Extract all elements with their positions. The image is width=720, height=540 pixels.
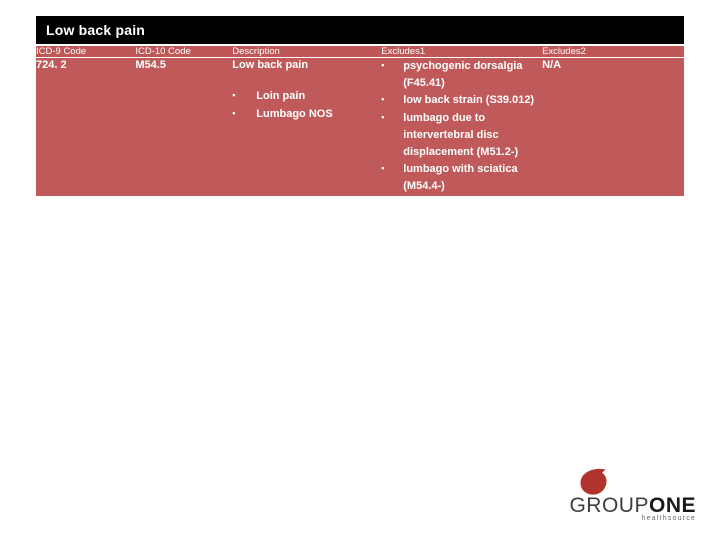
logo-tagline: healthsource bbox=[641, 515, 696, 522]
column-header-icd9: ICD-9 Code bbox=[36, 46, 136, 58]
excludes1-list: ▪ psychogenic dorsalgia (F45.41) ▪ low b… bbox=[381, 58, 542, 195]
column-header-excludes2: Excludes2 bbox=[542, 46, 684, 58]
column-header-excludes1: Excludes1 bbox=[381, 46, 543, 58]
logo-word-secondary: ONE bbox=[648, 494, 696, 517]
icd-table-container: ICD-9 Code ICD-10 Code Description Exclu… bbox=[36, 46, 684, 196]
bullet-icon: ▪ bbox=[381, 94, 385, 105]
cell-icd9-code: 724. 2 bbox=[36, 57, 136, 196]
list-item: ▪ low back strain (S39.012) bbox=[381, 92, 542, 109]
list-item: ▪ psychogenic dorsalgia (F45.41) bbox=[381, 58, 542, 91]
list-item: ▪ lumbago with sciatica (M54.4-) bbox=[381, 161, 542, 194]
list-item-label: low back strain (S39.012) bbox=[403, 94, 535, 107]
description-value: Low back pain bbox=[232, 59, 309, 71]
table-body: 724. 2 M54.5 Low back pain ▪ Loin pain ▪… bbox=[36, 57, 684, 196]
table-header: ICD-9 Code ICD-10 Code Description Exclu… bbox=[36, 46, 684, 58]
list-item: ▪ lumbago due to intervertebral disc dis… bbox=[381, 110, 542, 160]
description-sub-list: ▪ Loin pain ▪ Lumbago NOS bbox=[232, 88, 381, 123]
list-item: ▪ Loin pain bbox=[232, 88, 381, 105]
icd10-code-value: M54.5 bbox=[135, 59, 166, 71]
list-item: ▪ Lumbago NOS bbox=[232, 106, 381, 123]
list-item-label: Lumbago NOS bbox=[256, 108, 333, 121]
cell-excludes2: N/A bbox=[542, 57, 684, 196]
bullet-icon: ▪ bbox=[381, 60, 385, 70]
cell-excludes1: ▪ psychogenic dorsalgia (F45.41) ▪ low b… bbox=[381, 57, 543, 196]
icd9-code-value: 724. 2 bbox=[36, 59, 67, 71]
cell-description: Low back pain ▪ Loin pain ▪ Lumbago NOS bbox=[232, 57, 382, 196]
bullet-icon: ▪ bbox=[381, 163, 385, 174]
list-item-label: Loin pain bbox=[256, 89, 306, 102]
table-row: 724. 2 M54.5 Low back pain ▪ Loin pain ▪… bbox=[36, 57, 684, 196]
table-header-row: ICD-9 Code ICD-10 Code Description Exclu… bbox=[36, 46, 684, 58]
logo-word-primary: GROUP bbox=[569, 494, 649, 517]
list-item-label: lumbago with sciatica (M54.4-) bbox=[403, 163, 518, 193]
slide-title-bar: Low back pain bbox=[36, 16, 684, 44]
list-item-label: lumbago due to intervertebral disc displ… bbox=[403, 112, 519, 158]
leaf-swoosh-icon bbox=[580, 468, 607, 495]
excludes2-value: N/A bbox=[542, 59, 562, 71]
column-header-icd10: ICD-10 Code bbox=[135, 46, 233, 58]
cell-icd10-code: M54.5 bbox=[135, 57, 233, 196]
page-title: Low back pain bbox=[46, 22, 146, 38]
list-item-label: psychogenic dorsalgia (F45.41) bbox=[403, 60, 523, 89]
slide-canvas: Low back pain ICD-9 Code ICD-10 Code Des… bbox=[0, 0, 720, 540]
company-logo: GROUPONE healthsource bbox=[486, 468, 696, 524]
bullet-icon: ▪ bbox=[232, 89, 236, 100]
bullet-icon: ▪ bbox=[232, 108, 236, 119]
column-header-description: Description bbox=[232, 46, 382, 58]
icd-code-table: ICD-9 Code ICD-10 Code Description Exclu… bbox=[36, 46, 684, 196]
bullet-icon: ▪ bbox=[381, 112, 385, 123]
